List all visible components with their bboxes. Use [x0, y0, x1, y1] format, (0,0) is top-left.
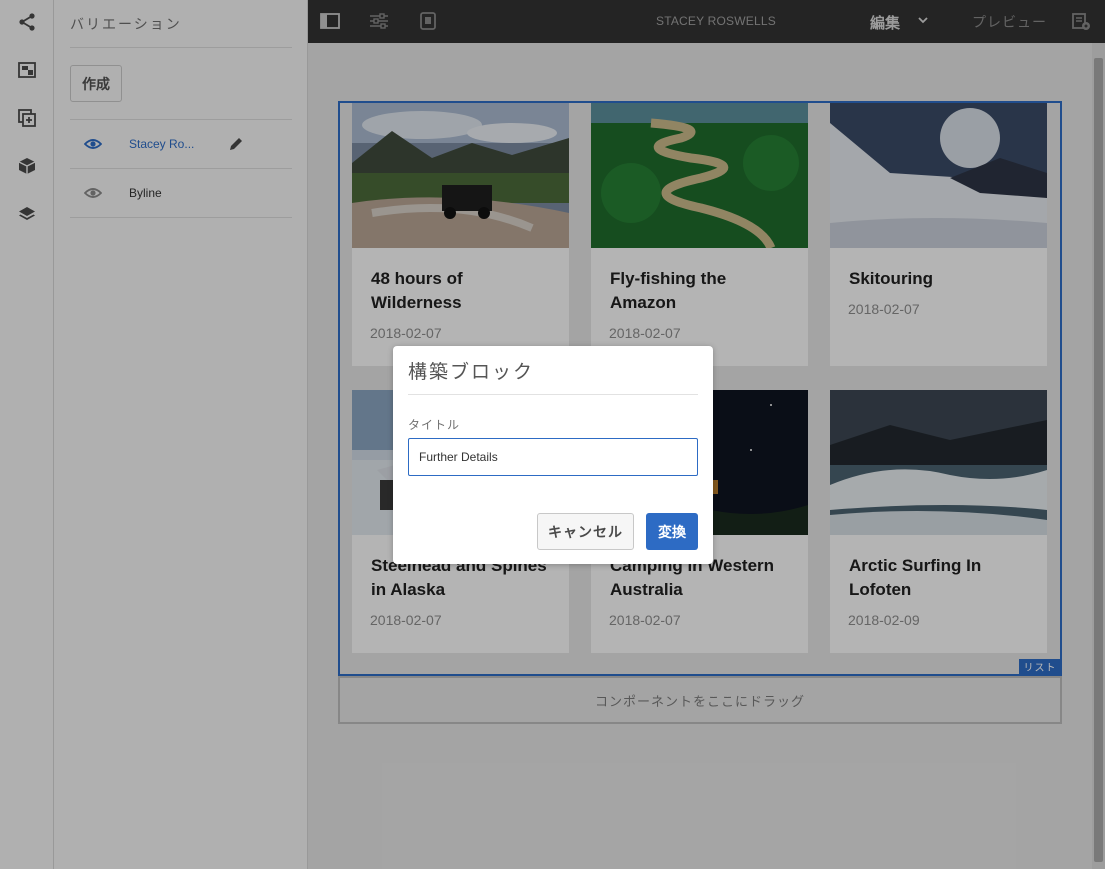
- title-input[interactable]: [408, 438, 698, 476]
- building-block-dialog: 構築ブロック タイトル キャンセル 変換: [393, 346, 713, 564]
- title-field-label: タイトル: [408, 418, 461, 432]
- cancel-button[interactable]: キャンセル: [537, 513, 634, 550]
- dialog-title: 構築ブロック: [408, 362, 535, 383]
- convert-button[interactable]: 変換: [646, 513, 698, 550]
- divider: [408, 394, 698, 395]
